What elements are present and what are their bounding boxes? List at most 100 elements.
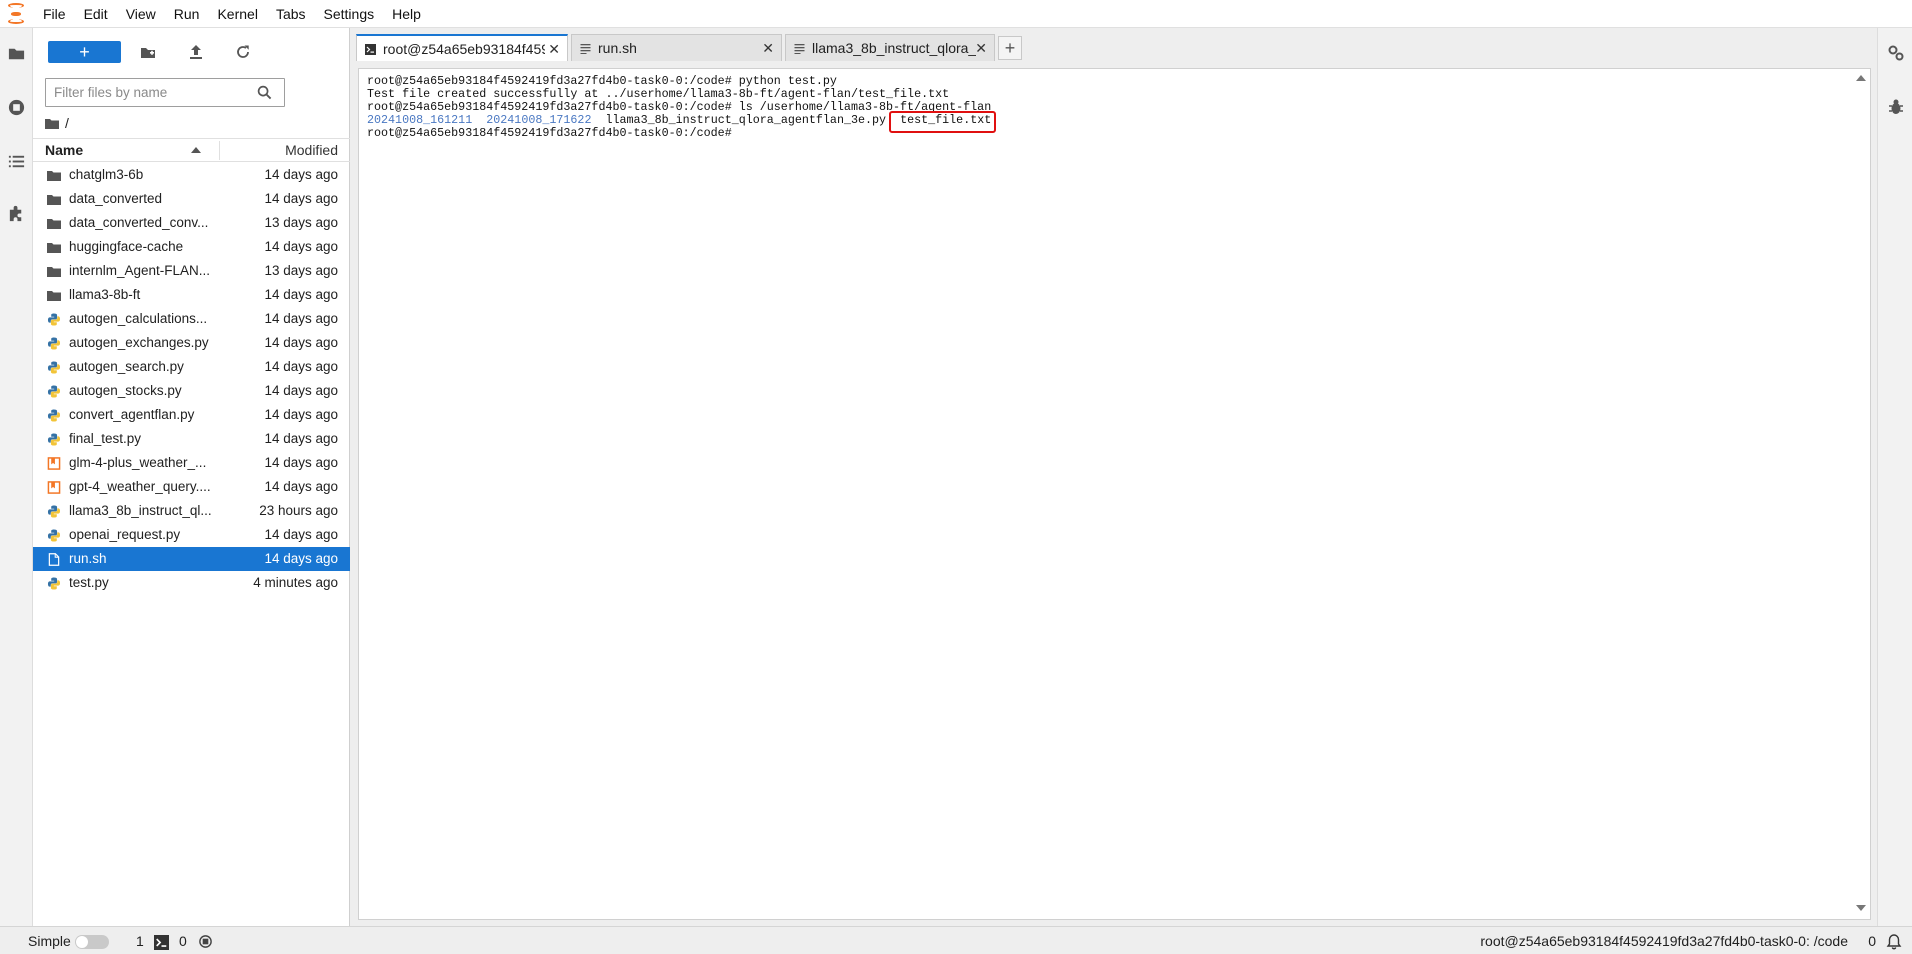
terminal-path: root@z54a65eb93184f4592419fd3a27fd4b0-ta… (1480, 933, 1848, 949)
tab-terminal[interactable]: root@z54a65eb93184f459 ✕ (356, 34, 568, 61)
terminal-text: root@z54a65eb93184f4592419fd3a27fd4b0-ta… (367, 126, 732, 140)
file-list-item[interactable]: test.py 4 minutes ago (33, 571, 350, 595)
add-tab-button[interactable]: + (998, 36, 1022, 60)
file-modified: 13 days ago (264, 215, 338, 230)
python-file-icon (47, 577, 61, 590)
file-name: final_test.py (69, 431, 142, 446)
debugger-icon[interactable] (1887, 98, 1905, 116)
property-inspector-icon[interactable] (1887, 44, 1905, 62)
menu-help[interactable]: Help (383, 0, 430, 28)
extension-manager-icon[interactable] (7, 204, 26, 223)
terminal-icon (365, 44, 376, 55)
menu-kernel[interactable]: Kernel (208, 0, 266, 28)
file-modified: 14 days ago (264, 359, 338, 374)
folder-icon (47, 171, 61, 181)
filter-files-input[interactable] (46, 79, 246, 106)
terminal-panel[interactable]: root@z54a65eb93184f4592419fd3a27fd4b0-ta… (358, 68, 1871, 920)
file-modified: 14 days ago (264, 383, 338, 398)
sort-ascending-icon[interactable] (191, 147, 201, 153)
file-name: internlm_Agent-FLAN... (69, 263, 211, 278)
notification-count[interactable]: 0 (1868, 933, 1876, 949)
kernel-icon[interactable] (198, 934, 213, 949)
new-launcher-button[interactable]: + (48, 41, 121, 63)
terminal-text: Test file created successfully at ../use… (367, 87, 950, 101)
table-of-contents-icon[interactable] (7, 152, 26, 171)
menu-run[interactable]: Run (165, 0, 209, 28)
file-list-item[interactable]: final_test.py 14 days ago (33, 427, 350, 451)
close-icon[interactable]: ✕ (548, 36, 560, 62)
python-file-icon (47, 433, 61, 446)
file-list-item[interactable]: autogen_exchanges.py 14 days ago (33, 331, 350, 355)
file-modified: 14 days ago (264, 167, 338, 182)
kernel-count[interactable]: 0 (179, 933, 187, 949)
new-folder-icon[interactable] (137, 41, 159, 63)
file-list-item[interactable]: data_converted_conv... 13 days ago (33, 211, 350, 235)
file-modified: 23 hours ago (259, 503, 338, 518)
file-modified: 14 days ago (264, 479, 338, 494)
modified-column-header[interactable]: Modified (285, 142, 338, 158)
file-name: autogen_exchanges.py (69, 335, 209, 350)
terminal-icon[interactable] (154, 935, 169, 950)
menu-bar: File Edit View Run Kernel Tabs Settings … (0, 0, 1912, 28)
menu-view[interactable]: View (117, 0, 165, 28)
menu-edit[interactable]: Edit (75, 0, 117, 28)
file-modified: 14 days ago (264, 527, 338, 542)
upload-icon[interactable] (185, 41, 207, 63)
file-list-item[interactable]: chatglm3-6b 14 days ago (33, 163, 350, 187)
close-icon[interactable]: ✕ (762, 35, 774, 61)
file-name: llama3_8b_instruct_ql... (69, 503, 212, 518)
file-modified: 14 days ago (264, 431, 338, 446)
refresh-icon[interactable] (232, 41, 254, 63)
file-list-item[interactable]: autogen_calculations... 14 days ago (33, 307, 350, 331)
file-list-item[interactable]: data_converted 14 days ago (33, 187, 350, 211)
name-column-header[interactable]: Name (45, 142, 83, 158)
folder-icon[interactable] (7, 44, 26, 63)
file-list-item[interactable]: autogen_stocks.py 14 days ago (33, 379, 350, 403)
file-list-item[interactable]: convert_agentflan.py 14 days ago (33, 403, 350, 427)
file-list-item[interactable]: run.sh 14 days ago (33, 547, 350, 571)
python-file-icon (47, 385, 61, 398)
text-file-icon (580, 44, 591, 54)
python-file-icon (47, 361, 61, 374)
file-list-item[interactable]: gpt-4_weather_query.... 14 days ago (33, 475, 350, 499)
file-list-item[interactable]: openai_request.py 14 days ago (33, 523, 350, 547)
file-name: data_converted_conv... (69, 215, 209, 230)
column-divider[interactable] (219, 141, 220, 160)
running-sessions-icon[interactable] (7, 98, 26, 117)
file-list-item[interactable]: autogen_search.py 14 days ago (33, 355, 350, 379)
file-name: chatglm3-6b (69, 167, 144, 182)
breadcrumb-root[interactable]: / (65, 115, 69, 131)
file-modified: 14 days ago (264, 407, 338, 422)
tab-run-sh[interactable]: run.sh ✕ (571, 34, 782, 61)
close-icon[interactable]: ✕ (975, 35, 987, 61)
file-modified: 14 days ago (264, 239, 338, 254)
simple-mode-toggle[interactable] (75, 935, 109, 949)
menu-settings[interactable]: Settings (315, 0, 384, 28)
file-list-item[interactable]: glm-4-plus_weather_... 14 days ago (33, 451, 350, 475)
file-browser-toolbar: + (33, 28, 350, 72)
folder-icon (47, 195, 61, 205)
simple-mode-label: Simple (28, 933, 71, 949)
tab-label: run.sh (598, 40, 637, 56)
file-modified: 14 days ago (264, 287, 338, 302)
file-list: chatglm3-6b 14 days ago data_converted 14 d… (33, 163, 350, 595)
scroll-down-icon[interactable] (1856, 905, 1866, 911)
file-list-item[interactable]: internlm_Agent-FLAN... 13 days ago (33, 259, 350, 283)
tab-bar: root@z54a65eb93184f459 ✕ run.sh ✕ llama3… (356, 34, 1022, 61)
bell-icon[interactable] (1886, 933, 1902, 950)
file-list-item[interactable]: llama3-8b-ft 14 days ago (33, 283, 350, 307)
text-file-icon (48, 553, 60, 566)
file-list-item[interactable]: llama3_8b_instruct_ql... 23 hours ago (33, 499, 350, 523)
tab-llama3-script[interactable]: llama3_8b_instruct_qlora_a ✕ (785, 34, 995, 61)
scroll-up-icon[interactable] (1856, 75, 1866, 81)
terminal-count[interactable]: 1 (136, 933, 144, 949)
folder-icon[interactable] (45, 118, 59, 129)
file-name: huggingface-cache (69, 239, 184, 254)
file-list-header: Name Modified (33, 138, 350, 162)
file-modified: 14 days ago (264, 335, 338, 350)
menu-file[interactable]: File (34, 0, 75, 28)
status-bar: Simple 1 0 root@z54a65eb93184f4592419fd3… (0, 926, 1912, 954)
file-modified: 14 days ago (264, 191, 338, 206)
menu-tabs[interactable]: Tabs (267, 0, 315, 28)
file-list-item[interactable]: huggingface-cache 14 days ago (33, 235, 350, 259)
